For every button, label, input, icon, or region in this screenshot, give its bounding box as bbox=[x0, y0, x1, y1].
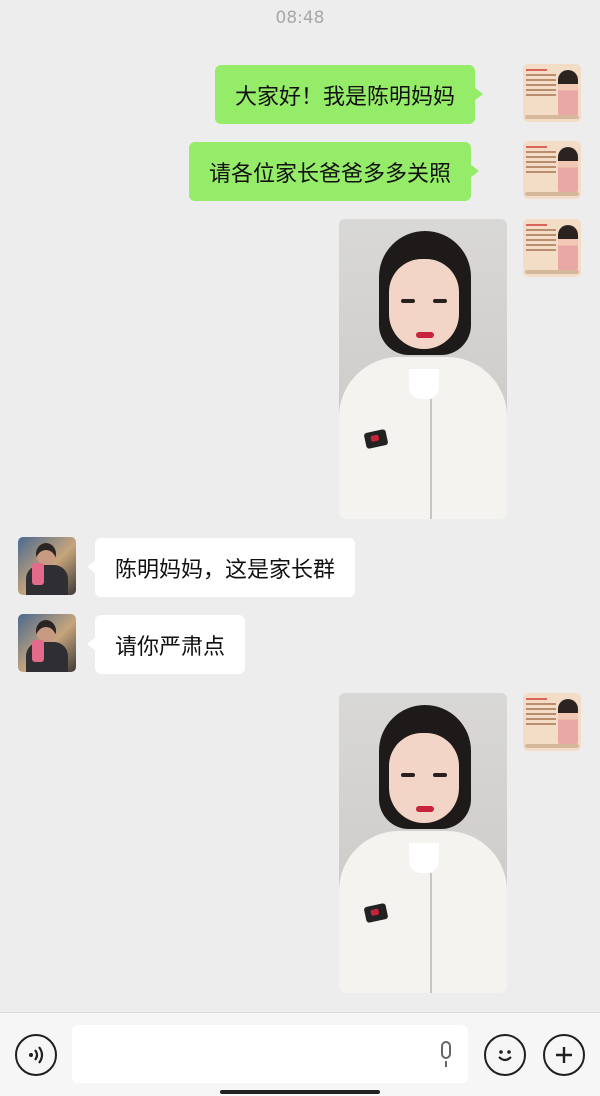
avatar-self[interactable] bbox=[523, 141, 581, 199]
message-bubble-sent[interactable]: 请各位家长爸爸多多关照 bbox=[189, 142, 480, 201]
avatar-other[interactable] bbox=[18, 614, 76, 672]
message-bubble-received[interactable]: 请你严肃点 bbox=[86, 615, 246, 674]
message-input[interactable] bbox=[72, 1025, 468, 1083]
message-image-sent[interactable] bbox=[339, 219, 507, 519]
message-bubble-sent[interactable]: 大家好！我是陈明妈妈 bbox=[215, 65, 484, 124]
voice-icon[interactable] bbox=[15, 1034, 57, 1076]
message-image-sent[interactable] bbox=[339, 693, 507, 993]
plus-glyph bbox=[556, 1047, 572, 1063]
avatar-other[interactable] bbox=[18, 537, 76, 595]
input-bar bbox=[0, 1012, 600, 1096]
plus-icon[interactable] bbox=[543, 1034, 585, 1076]
avatar-self[interactable] bbox=[523, 64, 581, 122]
smile-glyph bbox=[498, 1050, 512, 1062]
message-bubble-received[interactable]: 陈明妈妈，这是家长群 bbox=[86, 538, 356, 597]
time-label: 08:48 bbox=[275, 8, 325, 28]
voice-wave-glyph bbox=[29, 1046, 44, 1064]
microphone-icon[interactable] bbox=[438, 1041, 454, 1069]
emoji-icon[interactable] bbox=[484, 1034, 526, 1076]
avatar-self[interactable] bbox=[523, 693, 581, 751]
home-indicator bbox=[220, 1090, 380, 1094]
avatar-self[interactable] bbox=[523, 219, 581, 277]
